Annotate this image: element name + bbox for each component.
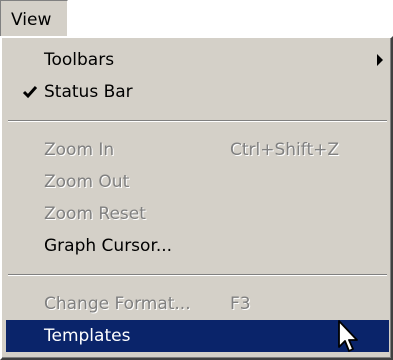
menubar-view-label: View	[11, 10, 52, 30]
menu-item-zoom-reset-label: Zoom Reset	[44, 204, 146, 224]
menu-item-zoom-in-shortcut: Ctrl+Shift+Z	[230, 140, 340, 160]
menu-item-graph-cursor[interactable]: Graph Cursor...	[6, 230, 389, 262]
checkmark-icon	[22, 86, 38, 99]
menu-item-zoom-out[interactable]: Zoom Out	[6, 166, 389, 198]
menu-item-toolbars[interactable]: Toolbars	[6, 44, 389, 76]
menu-item-change-format-shortcut: F3	[230, 294, 251, 314]
menu-item-zoom-reset[interactable]: Zoom Reset	[6, 198, 389, 230]
view-menu-screen: View Toolbars Status Bar Zoom In Ctrl+Sh…	[0, 0, 393, 360]
menu-item-zoom-out-label: Zoom Out	[44, 172, 130, 192]
menu-separator	[8, 120, 387, 122]
menu-item-templates[interactable]: Templates	[6, 320, 389, 352]
menu-separator	[8, 274, 387, 276]
submenu-arrow-icon	[377, 54, 383, 66]
menu-item-zoom-in[interactable]: Zoom In Ctrl+Shift+Z	[6, 134, 389, 166]
menu-item-change-format-label: Change Format...	[44, 294, 191, 314]
menu-item-change-format[interactable]: Change Format... F3	[6, 288, 389, 320]
menu-item-status-bar-label: Status Bar	[44, 82, 133, 102]
menu-item-zoom-in-label: Zoom In	[44, 140, 115, 160]
menu-item-status-bar[interactable]: Status Bar	[6, 76, 389, 108]
menubar-view[interactable]: View	[0, 0, 68, 36]
arrow-pointer-icon	[338, 320, 358, 352]
menu-item-graph-cursor-label: Graph Cursor...	[44, 236, 173, 256]
menu-item-toolbars-label: Toolbars	[44, 50, 115, 70]
view-dropdown-menu: Toolbars Status Bar Zoom In Ctrl+Shift+Z…	[0, 36, 393, 360]
menu-item-templates-label: Templates	[44, 326, 131, 346]
